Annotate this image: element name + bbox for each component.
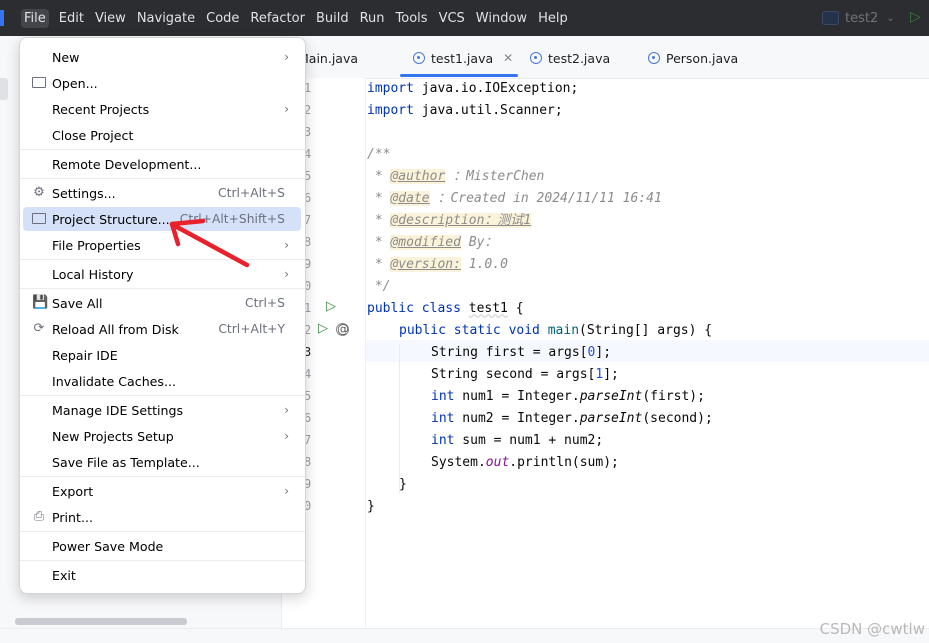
red-arrow-annotation	[169, 218, 250, 268]
